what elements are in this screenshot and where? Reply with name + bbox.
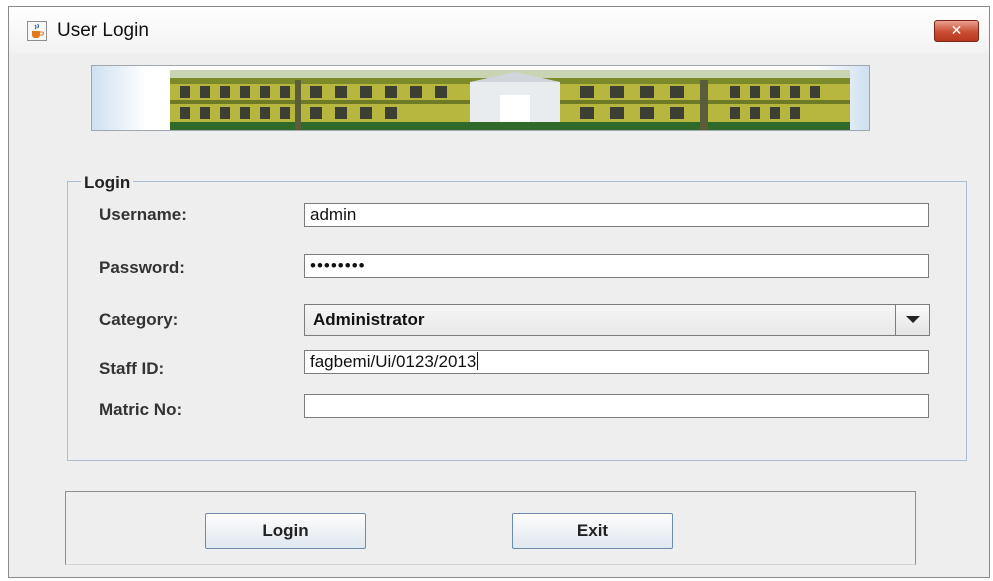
java-cup-icon <box>27 21 47 41</box>
chevron-down-icon <box>906 316 920 323</box>
text-cursor <box>477 352 479 370</box>
login-legend: Login <box>81 173 134 193</box>
close-icon: ✕ <box>950 23 963 39</box>
login-window: User Login ✕ Login Username: admin Passw… <box>8 6 990 578</box>
close-button[interactable]: ✕ <box>934 20 979 42</box>
username-label: Username: <box>99 205 187 224</box>
window-title: User Login <box>57 20 149 41</box>
campus-building-photo <box>170 70 850 130</box>
button-panel <box>65 491 916 565</box>
staff-id-field[interactable]: fagbemi/Ui/0123/2013 <box>304 350 929 374</box>
matric-no-field[interactable] <box>304 394 929 418</box>
staff-id-label: Staff ID: <box>99 359 165 378</box>
password-field[interactable]: •••••••• <box>304 254 929 278</box>
category-selected-value: Administrator <box>313 310 425 329</box>
category-select[interactable]: Administrator <box>304 304 930 336</box>
exit-button[interactable]: Exit <box>512 513 673 549</box>
category-dropdown-button[interactable] <box>895 305 929 335</box>
category-label: Category: <box>99 310 179 329</box>
password-label: Password: <box>99 258 185 277</box>
banner <box>91 65 870 131</box>
username-field[interactable]: admin <box>304 203 929 227</box>
login-button[interactable]: Login <box>205 513 366 549</box>
matric-no-label: Matric No: <box>99 400 183 419</box>
title-bar[interactable]: User Login ✕ <box>9 7 989 53</box>
staff-id-value: fagbemi/Ui/0123/2013 <box>310 352 477 371</box>
